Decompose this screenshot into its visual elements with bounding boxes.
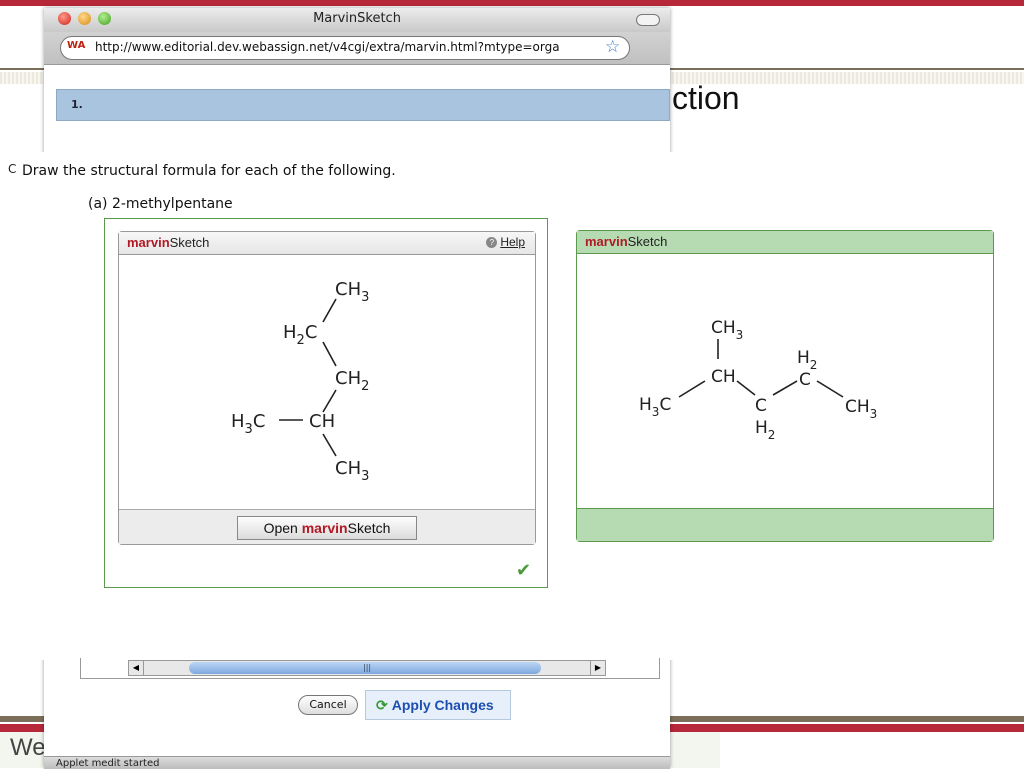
student-structure-drawing: CH3 H2C CH2 H3C CH CH3	[231, 279, 369, 484]
marvin-logo: marvinSketch	[585, 234, 668, 249]
scroll-left-arrow-icon[interactable]: ◀	[129, 661, 144, 675]
bond	[816, 380, 844, 398]
url-text[interactable]: http://www.editorial.dev.webassign.net/v…	[95, 40, 601, 54]
help-link[interactable]: ? Help	[486, 235, 525, 249]
atom-label: C	[799, 370, 811, 390]
question-letter: C	[8, 162, 17, 176]
question-prompt: Draw the structural formula for each of …	[22, 163, 396, 179]
key-structure-drawing: CH3 CH H3C C H2 H2 C CH3	[639, 318, 877, 442]
question-number: 1.	[71, 98, 83, 111]
bond	[322, 298, 337, 323]
atom-label: CH3	[335, 458, 369, 484]
bond	[322, 433, 337, 457]
window-titlebar[interactable]: MarvinSketch	[44, 8, 670, 33]
question-header: 1.	[56, 89, 670, 121]
toolbar-toggle-button[interactable]	[636, 14, 660, 26]
atom-label: CH	[309, 411, 335, 432]
student-sketch-panel: marvinSketch ? Help CH3 H2C CH2 H3C CH CH…	[118, 231, 536, 545]
slide-title: ction	[672, 80, 740, 116]
answer-key-panel: marvinSketch CH3 CH H3C C H2 H2 C CH3	[576, 230, 994, 542]
atom-label: CH3	[335, 279, 369, 305]
bookmark-star-icon[interactable]: ☆	[605, 37, 620, 57]
open-marvinsketch-button[interactable]: Open marvinSketch	[237, 516, 417, 540]
key-panel-header: marvinSketch	[577, 231, 993, 254]
bond	[322, 341, 337, 367]
address-bar: WA http://www.editorial.dev.webassign.ne…	[44, 32, 670, 65]
url-field[interactable]: WA http://www.editorial.dev.webassign.ne…	[60, 36, 630, 60]
site-icon: WA	[67, 40, 86, 51]
correct-check-icon: ✔	[516, 560, 532, 581]
help-icon: ?	[486, 237, 498, 249]
sketch-panel-header: marvinSketch ? Help	[119, 232, 535, 255]
atom-label: CH3	[845, 397, 877, 421]
atom-label: CH	[711, 367, 736, 387]
bond	[678, 380, 706, 398]
status-text: Applet medit started	[56, 758, 160, 769]
bond	[322, 389, 337, 413]
scroll-grip-icon: |||	[363, 663, 372, 672]
marvin-logo: marvinSketch	[127, 235, 210, 250]
atom-label: C	[755, 396, 767, 416]
bond	[736, 380, 756, 396]
cancel-button[interactable]: Cancel	[298, 695, 358, 715]
atom-label: CH2	[335, 368, 369, 394]
key-panel-footer	[577, 508, 993, 541]
question-part: (a) 2-methylpentane	[88, 196, 233, 212]
atom-label: H2	[797, 348, 817, 372]
bond	[772, 380, 798, 396]
atom-label: H2	[755, 418, 775, 442]
refresh-icon: ⟳	[376, 697, 388, 713]
slide-footer-text: We	[10, 734, 46, 761]
atom-label: H2C	[283, 322, 317, 348]
window-title: MarvinSketch	[313, 11, 401, 26]
scroll-right-arrow-icon[interactable]: ▶	[590, 661, 605, 675]
atom-label: H3C	[231, 411, 265, 437]
atom-label: CH3	[711, 318, 743, 342]
apply-changes-button[interactable]: ⟳ Apply Changes	[365, 690, 511, 720]
sketch-panel-footer: Open marvinSketch	[119, 509, 535, 544]
horizontal-scrollbar[interactable]: ◀ ||| ▶	[128, 660, 606, 676]
status-bar: Applet medit started	[44, 756, 670, 769]
atom-label: H3C	[639, 395, 671, 419]
slide-top-bar	[0, 0, 1024, 6]
